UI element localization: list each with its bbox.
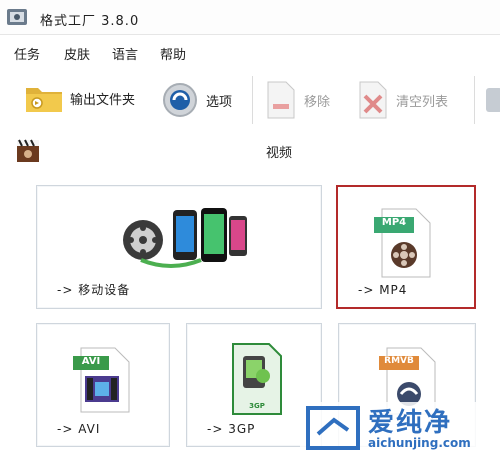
watermark-name: 爱纯净 bbox=[368, 408, 453, 438]
clear-list-label: 清空列表 bbox=[396, 94, 449, 110]
tile-mobile-device[interactable]: -> 移动设备 bbox=[36, 185, 322, 309]
menu-help[interactable]: 帮助 bbox=[160, 44, 186, 63]
toolbar-separator bbox=[252, 76, 253, 124]
menu-bar: 任务 皮肤 语言 帮助 bbox=[0, 36, 500, 63]
clapperboard-icon bbox=[17, 139, 39, 162]
clear-list-icon bbox=[359, 81, 387, 119]
tile-caption: -> AVI bbox=[57, 422, 101, 436]
video-section-label: 视频 bbox=[266, 146, 293, 161]
mobile-device-icon bbox=[123, 208, 247, 268]
tile-caption: -> 移动设备 bbox=[57, 283, 131, 297]
remove-button[interactable]: 移除 bbox=[264, 80, 330, 120]
output-folder-button[interactable]: 输出文件夹 bbox=[24, 80, 135, 116]
watermark-logo bbox=[306, 406, 360, 450]
rmvb-badge-label: RMVB bbox=[384, 356, 414, 366]
format-factory-app-icon bbox=[7, 9, 27, 25]
menu-language[interactable]: 语言 bbox=[112, 44, 138, 63]
output-folder-label: 输出文件夹 bbox=[70, 92, 136, 108]
options-button[interactable]: 选项 bbox=[160, 80, 232, 120]
video-category-header[interactable]: 视频 bbox=[0, 130, 500, 170]
3gp-badge-label: 3GP bbox=[249, 402, 265, 410]
menu-skin[interactable]: 皮肤 bbox=[64, 44, 90, 63]
toolbar-separator bbox=[474, 76, 475, 124]
mp4-badge-label: MP4 bbox=[381, 217, 407, 228]
remove-label: 移除 bbox=[304, 94, 331, 110]
tile-caption: -> MP4 bbox=[358, 283, 408, 297]
tile-avi[interactable]: AVI -> AVI bbox=[36, 323, 170, 447]
gear-icon bbox=[163, 83, 197, 117]
folder-icon bbox=[26, 88, 62, 112]
title-bar: 格式工厂 3.8.0 bbox=[0, 0, 500, 35]
watermark: 爱纯净 aichunjing.com bbox=[300, 402, 500, 454]
tile-mp4[interactable]: MP4 -> MP4 bbox=[336, 185, 476, 309]
avi-badge-label: AVI bbox=[81, 356, 101, 367]
menu-task[interactable]: 任务 bbox=[14, 44, 40, 63]
remove-document-icon bbox=[267, 81, 295, 119]
options-label: 选项 bbox=[206, 94, 233, 110]
more-tools-icon[interactable] bbox=[484, 84, 500, 116]
tile-caption: -> 3GP bbox=[207, 422, 256, 436]
clear-list-button[interactable]: 清空列表 bbox=[356, 80, 448, 120]
window-title: 格式工厂 3.8.0 bbox=[40, 14, 140, 29]
watermark-url: aichunjing.com bbox=[368, 436, 471, 450]
toolbar: 输出文件夹 选项 移除 清空列表 bbox=[0, 70, 500, 130]
